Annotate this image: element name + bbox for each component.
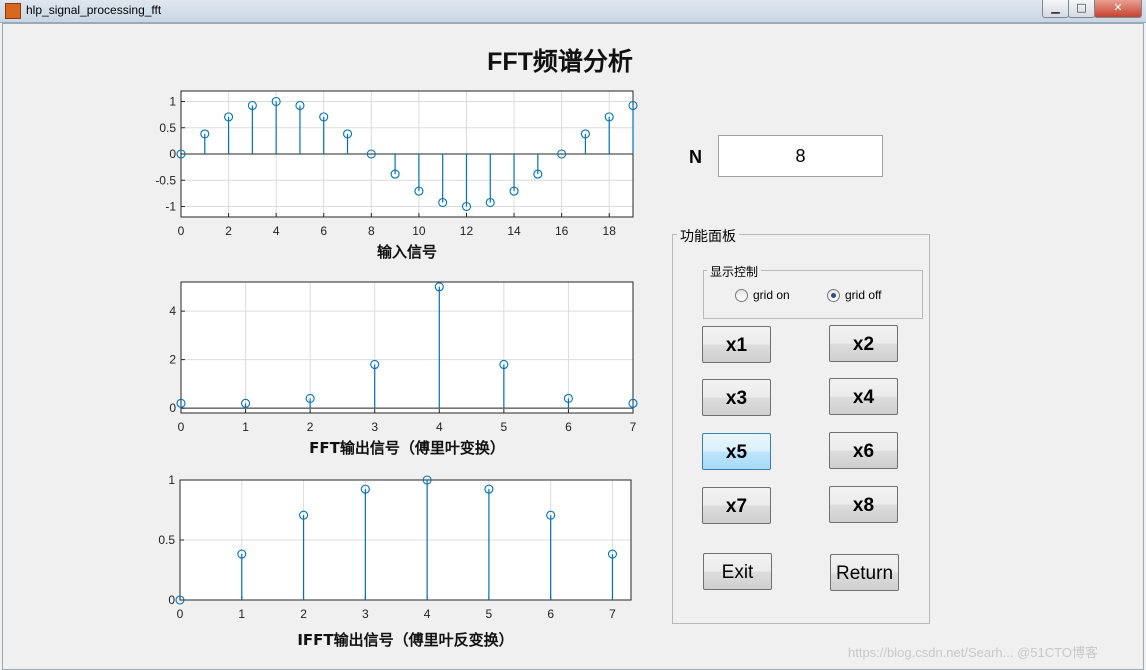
n-label: N: [689, 147, 702, 167]
plot-3-xlabel: IFFT输出信号（傅里叶反变换）: [297, 631, 513, 649]
x-tick-label: 2: [307, 420, 314, 434]
grid-on-radio[interactable]: grid on: [735, 288, 790, 302]
display-control-title: 显示控制: [707, 263, 762, 280]
watermark: https://blog.csdn.net/Searh... @51CTO博客: [848, 645, 1098, 660]
x6-button[interactable]: x6: [829, 432, 898, 469]
close-button[interactable]: ✕: [1094, 0, 1142, 18]
x-tick-label: 0: [177, 607, 184, 621]
y-tick-label: 2: [169, 353, 176, 367]
x5-button[interactable]: x5: [702, 433, 771, 470]
y-tick-label: 1: [169, 95, 176, 109]
y-tick-label: 0.5: [158, 533, 175, 547]
plot-2-xlabel: FFT输出信号（傅里叶变换）: [309, 439, 505, 457]
x-tick-label: 5: [486, 607, 493, 621]
y-tick-label: 1: [168, 473, 175, 487]
grid-on-label: grid on: [753, 288, 790, 302]
x-tick-label: 0: [178, 224, 185, 238]
x-tick-label: 14: [507, 224, 521, 238]
x2-button[interactable]: x2: [829, 325, 898, 362]
x-tick-label: 6: [320, 224, 327, 238]
x-tick-label: 7: [630, 420, 637, 434]
y-tick-label: 4: [169, 304, 176, 318]
x-tick-label: 5: [501, 420, 508, 434]
radio-selected-icon: [827, 288, 840, 302]
maximize-button[interactable]: □: [1068, 0, 1095, 18]
x7-button[interactable]: x7: [702, 487, 771, 524]
y-tick-label: 0: [169, 401, 176, 415]
y-tick-label: -1: [165, 200, 176, 214]
minimize-button[interactable]: ▁: [1042, 0, 1069, 18]
n-input[interactable]: [718, 135, 883, 177]
x-tick-label: 8: [368, 224, 375, 238]
x-tick-label: 18: [603, 224, 617, 238]
grid-off-radio[interactable]: grid off: [827, 288, 881, 302]
x-tick-label: 10: [412, 224, 426, 238]
x-tick-label: 7: [609, 607, 616, 621]
grid-off-label: grid off: [845, 288, 882, 302]
y-tick-label: -0.5: [155, 173, 176, 187]
x-tick-label: 2: [225, 224, 232, 238]
plots-canvas: 0 2 4 6 8 10 12 14 16 18-1-0.500.51输入信号0 1 2 3 4 5 6 702…: [155, 90, 638, 649]
return-button[interactable]: Return: [830, 554, 899, 591]
x8-button[interactable]: x8: [829, 486, 898, 523]
x-tick-label: 3: [362, 607, 369, 621]
x-tick-label: 16: [555, 224, 569, 238]
x-tick-label: 12: [460, 224, 474, 238]
x-tick-label: 4: [424, 607, 431, 621]
x3-button[interactable]: x3: [702, 379, 771, 416]
plot-2-background: [181, 282, 633, 413]
y-tick-label: 0: [169, 147, 176, 161]
x-tick-label: 6: [547, 607, 554, 621]
x-tick-label: 0: [178, 420, 185, 434]
x-tick-label: 2: [300, 607, 307, 621]
x-tick-label: 1: [238, 607, 245, 621]
y-tick-label: 0: [168, 593, 175, 607]
exit-button[interactable]: Exit: [703, 553, 772, 590]
x4-button[interactable]: x4: [829, 378, 898, 415]
function-panel-title: 功能面板: [677, 226, 739, 246]
x1-button[interactable]: x1: [702, 326, 771, 363]
radio-unselected-icon: [735, 288, 748, 302]
y-tick-label: 0.5: [159, 121, 176, 135]
x-tick-label: 6: [565, 420, 572, 434]
plot-1-xlabel: 输入信号: [377, 243, 437, 261]
x-tick-label: 4: [273, 224, 280, 238]
x-tick-label: 1: [242, 420, 249, 434]
x-tick-label: 4: [436, 420, 443, 434]
x-tick-label: 3: [371, 420, 378, 434]
